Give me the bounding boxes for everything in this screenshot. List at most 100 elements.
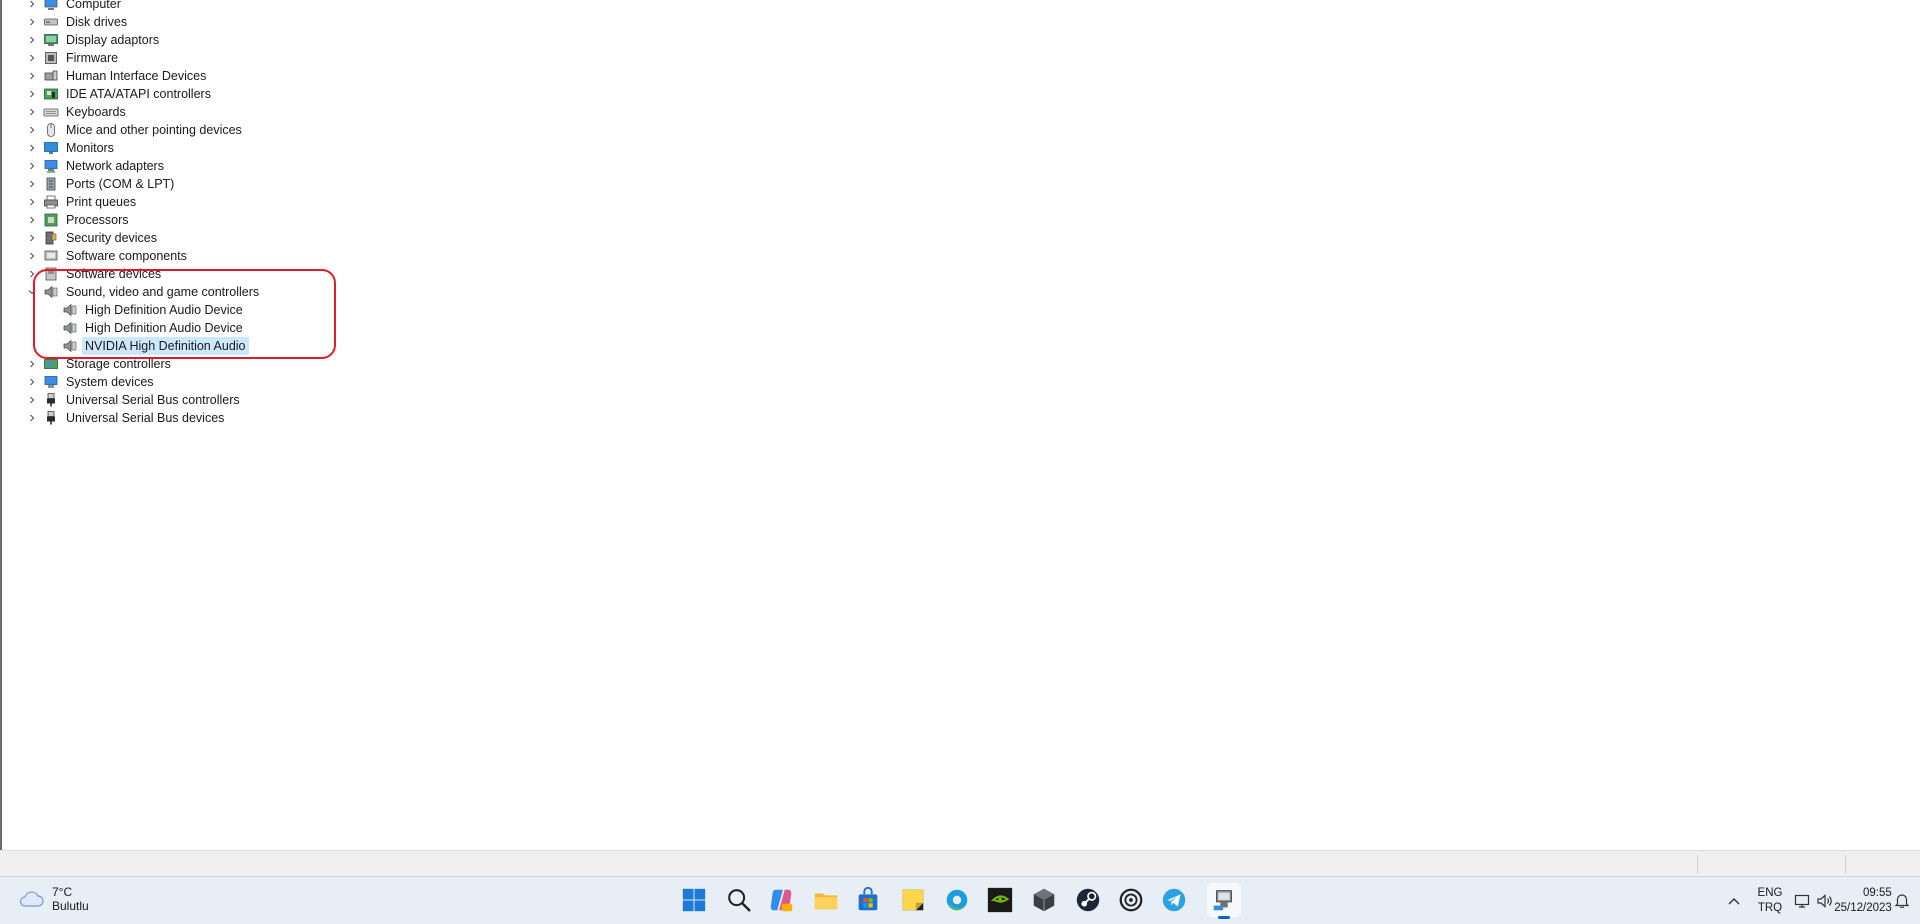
tree-category[interactable]: Universal Serial Bus controllers bbox=[27, 391, 243, 409]
chevron-right-icon[interactable] bbox=[27, 233, 37, 243]
expander[interactable] bbox=[27, 355, 37, 373]
device-tree[interactable]: Computer Disk drives Display adaptors Firmw… bbox=[0, 0, 1920, 850]
tree-category[interactable]: IDE ATA/ATAPI controllers bbox=[27, 85, 214, 103]
tree-category[interactable]: Computer bbox=[27, 0, 124, 13]
expander[interactable] bbox=[27, 121, 37, 139]
computer-icon bbox=[44, 0, 58, 10]
taskbar-app-sticky-notes[interactable] bbox=[896, 883, 930, 917]
speaker-icon bbox=[63, 339, 77, 353]
tree-category[interactable]: Display adaptors bbox=[27, 31, 162, 49]
chevron-right-icon[interactable] bbox=[27, 17, 37, 27]
chevron-right-icon[interactable] bbox=[27, 107, 37, 117]
taskbar-app-device-manager[interactable] bbox=[1207, 883, 1241, 919]
chevron-right-icon[interactable] bbox=[27, 359, 37, 369]
expander[interactable] bbox=[27, 211, 37, 229]
search-icon bbox=[728, 889, 751, 912]
tree-category[interactable]: System devices bbox=[27, 373, 157, 391]
expander[interactable] bbox=[27, 391, 37, 409]
chevron-right-icon[interactable] bbox=[27, 377, 37, 387]
clock[interactable]: 09:55 25/12/2023 bbox=[1834, 877, 1892, 924]
chevron-right-icon[interactable] bbox=[27, 89, 37, 99]
chevron-right-icon[interactable] bbox=[27, 179, 37, 189]
taskbar-app-telegram[interactable] bbox=[1157, 883, 1191, 917]
tree-category[interactable]: Security devices bbox=[27, 229, 160, 247]
taskbar-app-start[interactable] bbox=[677, 883, 711, 917]
chevron-right-icon[interactable] bbox=[27, 215, 37, 225]
tree-category[interactable]: Network adapters bbox=[27, 157, 167, 175]
tree-device[interactable]: High Definition Audio Device bbox=[62, 319, 246, 337]
language-indicator[interactable]: ENG TRQ bbox=[1753, 877, 1787, 924]
weather-widget[interactable]: 7°C Bulutlu bbox=[18, 885, 89, 913]
status-pane bbox=[1845, 855, 1846, 873]
tree-category-label: Disk drives bbox=[66, 15, 128, 29]
taskbar-app-nvidia[interactable] bbox=[983, 883, 1017, 917]
tree-category[interactable]: Mice and other pointing devices bbox=[27, 121, 245, 139]
port-icon bbox=[46, 177, 56, 191]
tree-device[interactable]: NVIDIA High Definition Audio bbox=[62, 337, 249, 355]
tree-category[interactable]: Ports (COM & LPT) bbox=[27, 175, 177, 193]
tree-category[interactable]: Sound, video and game controllers bbox=[27, 283, 262, 301]
chevron-right-icon[interactable] bbox=[27, 0, 37, 9]
tree-category[interactable]: Universal Serial Bus devices bbox=[27, 409, 227, 427]
keyboard-layout: TRQ bbox=[1757, 901, 1783, 914]
chevron-right-icon[interactable] bbox=[27, 143, 37, 153]
expander[interactable] bbox=[27, 49, 37, 67]
tree-category-label: Security devices bbox=[66, 231, 158, 245]
chevron-right-icon[interactable] bbox=[27, 71, 37, 81]
chevron-right-icon[interactable] bbox=[27, 269, 37, 279]
tree-category-label: Sound, video and game controllers bbox=[66, 285, 260, 299]
expander[interactable] bbox=[27, 85, 37, 103]
expander[interactable] bbox=[27, 139, 37, 157]
chevron-right-icon[interactable] bbox=[27, 413, 37, 423]
expander[interactable] bbox=[27, 373, 37, 391]
show-hidden-icons-button[interactable] bbox=[1723, 877, 1745, 924]
chevron-right-icon[interactable] bbox=[27, 197, 37, 207]
chevron-right-icon[interactable] bbox=[27, 53, 37, 63]
tree-category[interactable]: Software devices bbox=[27, 265, 164, 283]
swirl-icon bbox=[1119, 888, 1143, 912]
tree-category-label: Universal Serial Bus devices bbox=[66, 411, 225, 425]
expander[interactable] bbox=[27, 0, 37, 13]
chevron-right-icon[interactable] bbox=[27, 35, 37, 45]
chevron-down-icon[interactable] bbox=[27, 287, 37, 297]
tree-category[interactable]: Human Interface Devices bbox=[27, 67, 209, 85]
store-icon bbox=[858, 886, 878, 911]
tree-category[interactable]: Monitors bbox=[27, 139, 117, 157]
expander[interactable] bbox=[27, 283, 37, 301]
expander[interactable] bbox=[27, 409, 37, 427]
taskbar-app-microsoft-store[interactable] bbox=[851, 883, 885, 917]
notifications-button[interactable] bbox=[1892, 877, 1912, 924]
tree-category[interactable]: Keyboards bbox=[27, 103, 129, 121]
expander[interactable] bbox=[27, 31, 37, 49]
expander[interactable] bbox=[27, 175, 37, 193]
chevron-right-icon[interactable] bbox=[27, 161, 37, 171]
tree-category[interactable]: Storage controllers bbox=[27, 355, 174, 373]
volume-button[interactable] bbox=[1814, 877, 1836, 924]
tree-category[interactable]: Software components bbox=[27, 247, 190, 265]
taskbar-app-edge[interactable] bbox=[940, 883, 974, 917]
expander[interactable] bbox=[27, 103, 37, 121]
expander[interactable] bbox=[27, 265, 37, 283]
taskbar-app-copilot[interactable] bbox=[764, 883, 798, 917]
speaker-icon bbox=[63, 321, 77, 335]
network-status-button[interactable] bbox=[1791, 877, 1813, 924]
chevron-right-icon[interactable] bbox=[27, 251, 37, 261]
expander[interactable] bbox=[27, 229, 37, 247]
chevron-right-icon[interactable] bbox=[27, 395, 37, 405]
taskbar-app-app-cube[interactable] bbox=[1027, 883, 1061, 917]
expander[interactable] bbox=[27, 157, 37, 175]
tree-category[interactable]: Print queues bbox=[27, 193, 139, 211]
expander[interactable] bbox=[27, 67, 37, 85]
expander[interactable] bbox=[27, 193, 37, 211]
chevron-right-icon[interactable] bbox=[27, 125, 37, 135]
tree-device[interactable]: High Definition Audio Device bbox=[62, 301, 246, 319]
expander[interactable] bbox=[27, 13, 37, 31]
taskbar-app-file-explorer[interactable] bbox=[809, 883, 843, 917]
tree-category[interactable]: Firmware bbox=[27, 49, 121, 67]
taskbar-app-ubisoft[interactable] bbox=[1114, 883, 1148, 917]
expander[interactable] bbox=[27, 247, 37, 265]
tree-category[interactable]: Disk drives bbox=[27, 13, 130, 31]
taskbar-app-steam[interactable] bbox=[1071, 883, 1105, 917]
tree-category[interactable]: Processors bbox=[27, 211, 132, 229]
taskbar-app-search[interactable] bbox=[722, 883, 756, 917]
